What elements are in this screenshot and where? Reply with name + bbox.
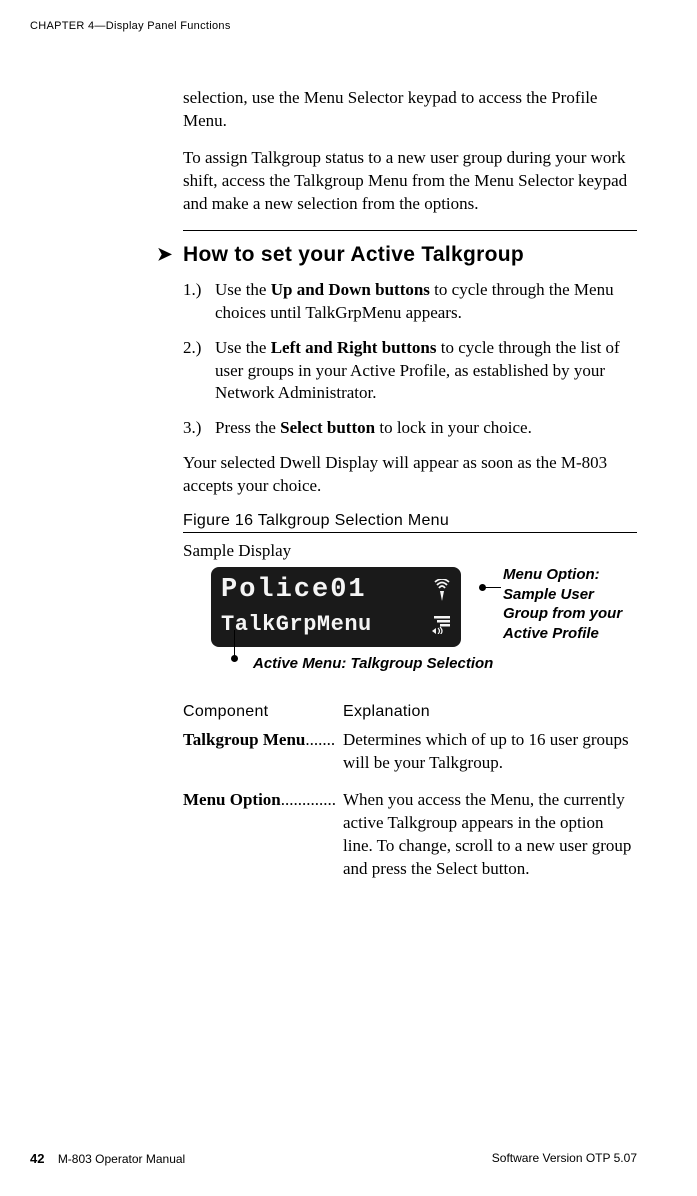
- table-row: Menu Option............. When you access…: [183, 789, 637, 881]
- display-figure: Police01 TalkGrpMenu: [183, 567, 637, 675]
- leader-dots: .............: [281, 790, 336, 809]
- step-text-pre: Use the: [215, 338, 271, 357]
- component-table-header: Component Explanation: [183, 703, 637, 721]
- step-text-bold: Up and Down buttons: [271, 280, 430, 299]
- component-explanation: Determines which of up to 16 user groups…: [343, 729, 637, 775]
- page-footer: 42 M-803 Operator Manual Software Versio…: [30, 1151, 637, 1166]
- figure-caption: Figure 16 Talkgroup Selection Menu: [183, 512, 637, 530]
- section-note: Your selected Dwell Display will appear …: [183, 452, 637, 498]
- lcd-row-1: Police01: [221, 573, 453, 607]
- page-number: 42: [30, 1151, 44, 1166]
- step-number: 2.): [183, 337, 209, 360]
- step-2: 2.) Use the Left and Right buttons to cy…: [209, 337, 637, 406]
- step-number: 3.): [183, 417, 209, 440]
- antenna-signal-icon: [431, 579, 453, 601]
- lcd-screen: Police01 TalkGrpMenu: [211, 567, 461, 647]
- component-name-bold: Menu Option: [183, 790, 281, 809]
- callout-menu-option: Menu Option: Sample User Group from your…: [503, 565, 673, 643]
- component-name: Menu Option.............: [183, 789, 343, 881]
- step-text-pre: Press the: [215, 418, 280, 437]
- step-text-pre: Use the: [215, 280, 271, 299]
- callout-line: Active Profile: [503, 625, 599, 642]
- lcd-line2-text: TalkGrpMenu: [221, 612, 431, 637]
- step-1: 1.) Use the Up and Down buttons to cycle…: [209, 279, 637, 325]
- component-name-bold: Talkgroup Menu: [183, 730, 305, 749]
- intro-paragraph-1: selection, use the Menu Selector keypad …: [183, 87, 637, 133]
- sample-display-label: Sample Display: [183, 541, 637, 561]
- step-text-bold: Select button: [280, 418, 375, 437]
- callout-line: Sample User: [503, 586, 594, 603]
- lcd-row-2: TalkGrpMenu: [221, 607, 453, 641]
- running-header: CHAPTER 4—Display Panel Functions: [30, 20, 637, 32]
- header-explanation: Explanation: [343, 703, 430, 721]
- component-explanation: When you access the Menu, the currently …: [343, 789, 637, 881]
- callout-line: Menu Option:: [503, 566, 600, 583]
- callout-connector: [234, 630, 235, 658]
- footer-right: Software Version OTP 5.07: [492, 1151, 637, 1166]
- callout-active-menu: Active Menu: Talkgroup Selection: [253, 655, 493, 672]
- step-text-bold: Left and Right buttons: [271, 338, 437, 357]
- step-3: 3.) Press the Select button to lock in y…: [209, 417, 637, 440]
- lcd-line1-text: Police01: [221, 575, 431, 605]
- step-number: 1.): [183, 279, 209, 302]
- section-divider: [183, 230, 637, 231]
- callout-dot: [231, 655, 238, 662]
- footer-left: 42 M-803 Operator Manual: [30, 1151, 185, 1166]
- manual-title: M-803 Operator Manual: [58, 1152, 185, 1166]
- section-heading: How to set your Active Talkgroup: [183, 243, 637, 267]
- header-component: Component: [183, 703, 343, 721]
- steps-list: 1.) Use the Up and Down buttons to cycle…: [183, 279, 637, 441]
- callout-line: Group from your: [503, 605, 622, 622]
- step-text-post: to lock in your choice.: [375, 418, 532, 437]
- table-row: Talkgroup Menu....... Determines which o…: [183, 729, 637, 775]
- main-content: selection, use the Menu Selector keypad …: [183, 87, 637, 881]
- volume-bars-icon: [431, 614, 453, 634]
- document-page: CHAPTER 4—Display Panel Functions select…: [0, 0, 697, 1196]
- component-name: Talkgroup Menu.......: [183, 729, 343, 775]
- leader-dots: .......: [305, 730, 335, 749]
- figure-divider: [183, 532, 637, 533]
- intro-paragraph-2: To assign Talkgroup status to a new user…: [183, 147, 637, 216]
- callout-connector: [483, 587, 501, 588]
